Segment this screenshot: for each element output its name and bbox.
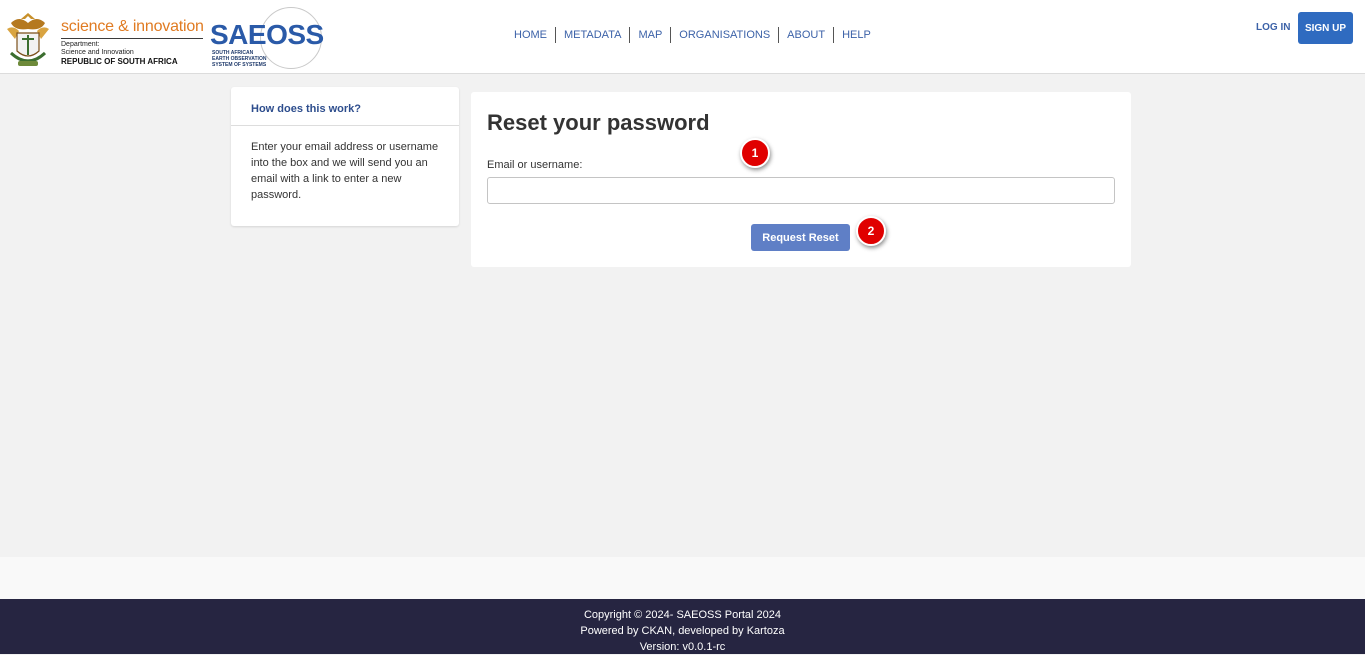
site-footer: Copyright © 2024- SAEOSS Portal 2024 Pow… <box>0 599 1365 654</box>
dsi-country: REPUBLIC OF SOUTH AFRICA <box>61 57 178 66</box>
saeoss-logo[interactable]: SAEOSS SOUTH AFRICAN EARTH OBSERVATION S… <box>210 6 355 72</box>
step-marker-2: 2 <box>856 216 886 246</box>
footer-powered-by: Powered by CKAN, developed by Kartoza <box>580 625 785 637</box>
dsi-divider <box>61 38 203 39</box>
email-or-username-input[interactable] <box>487 177 1115 204</box>
reset-password-form: Reset your password Email or username: R… <box>471 92 1131 267</box>
saeoss-subtitle: SOUTH AFRICAN EARTH OBSERVATION SYSTEM O… <box>212 50 266 68</box>
saeoss-subtitle-line: SYSTEM OF SYSTEMS <box>212 62 267 68</box>
coat-of-arms-logo[interactable] <box>5 9 51 71</box>
nav-help[interactable]: HELP <box>834 27 879 43</box>
nav-map[interactable]: MAP <box>630 27 672 43</box>
email-field-label: Email or username: <box>487 159 583 171</box>
signup-button[interactable]: SIGN UP <box>1298 12 1353 44</box>
dsi-department-name: Science and Innovation <box>61 49 134 56</box>
main-nav: HOME METADATA MAP ORGANISATIONS ABOUT HE… <box>506 27 879 43</box>
help-panel-heading: How does this work? <box>231 87 459 126</box>
footer-copyright: Copyright © 2024- SAEOSS Portal 2024 <box>583 609 782 621</box>
page-title: Reset your password <box>487 110 710 135</box>
saeoss-wordmark: SAEOSS <box>210 19 324 50</box>
footer-band <box>0 557 1365 599</box>
nav-metadata[interactable]: METADATA <box>556 27 631 43</box>
step-marker-1: 1 <box>740 138 770 168</box>
request-reset-button[interactable]: Request Reset <box>751 224 850 251</box>
login-link[interactable]: LOG IN <box>1256 22 1290 33</box>
nav-organisations[interactable]: ORGANISATIONS <box>671 27 780 43</box>
dsi-title: science & innovation <box>61 18 204 35</box>
footer-version: Version: v0.0.1-rc <box>639 641 726 653</box>
nav-about[interactable]: ABOUT <box>779 27 835 43</box>
dsi-branding: science & innovation Department: Science… <box>61 18 204 67</box>
help-panel: How does this work? Enter your email add… <box>231 87 459 226</box>
nav-home[interactable]: HOME <box>506 27 556 43</box>
dsi-department-label: Department: <box>61 41 100 48</box>
help-panel-text: Enter your email address or username int… <box>251 141 439 201</box>
site-header: science & innovation Department: Science… <box>0 0 1365 74</box>
